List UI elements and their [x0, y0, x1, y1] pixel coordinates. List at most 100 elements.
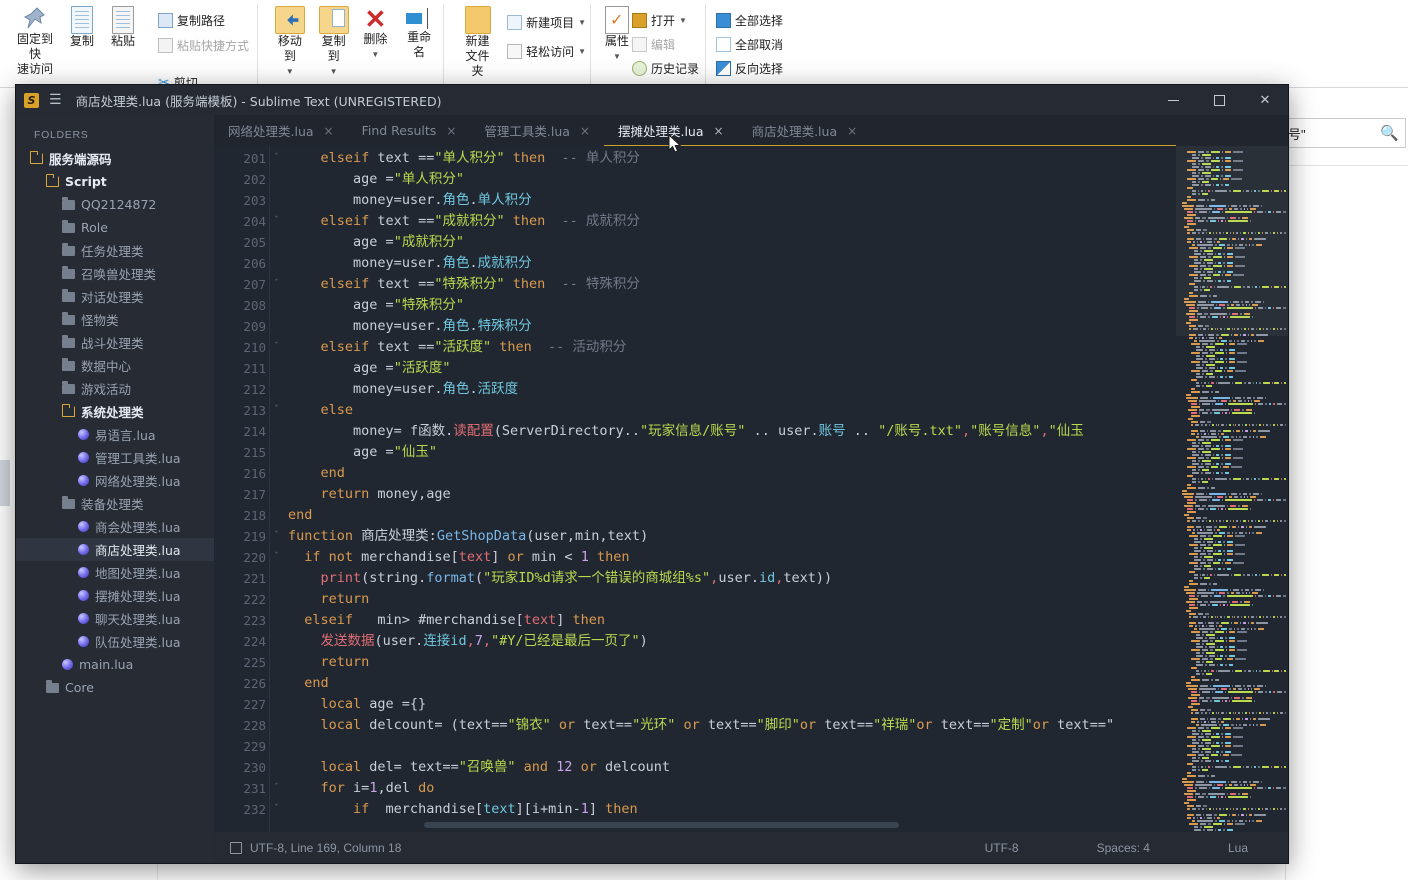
- new-folder-button[interactable]: 新建 文件夹: [458, 4, 497, 81]
- token-prop: 特殊积分: [477, 318, 532, 334]
- new-item-button[interactable]: 新建项目 ▼: [503, 12, 590, 33]
- tab-close-icon[interactable]: ×: [714, 124, 724, 138]
- code-editor[interactable]: elseif text =="单人积分" then -- 单人积分 age ="…: [270, 146, 1176, 832]
- sidebar-item-18[interactable]: 地图处理类.lua: [16, 561, 214, 584]
- token-punc: .: [469, 381, 478, 397]
- horizontal-scrollbar[interactable]: [424, 822, 899, 828]
- sidebar-item-23[interactable]: Core: [16, 676, 214, 699]
- sidebar-item-21[interactable]: 队伍处理类.lua: [16, 630, 214, 653]
- sidebar-item-16[interactable]: 商会处理类.lua: [16, 515, 214, 538]
- copy-button[interactable]: 复制: [62, 4, 102, 51]
- tab-close-icon[interactable]: ×: [324, 124, 334, 138]
- code-line: function 商店处理类:GetShopData(user,min,text…: [288, 526, 1176, 547]
- tab-0[interactable]: 网络处理类.lua ×: [214, 115, 348, 146]
- sidebar-item-7[interactable]: 怪物类: [16, 308, 214, 331]
- open-button[interactable]: 打开 ▼: [628, 10, 703, 31]
- minimap-token: [1255, 615, 1257, 618]
- sidebar-item-2[interactable]: QQ2124872: [16, 193, 214, 216]
- minimap-viewport[interactable]: [1176, 146, 1288, 336]
- move-to-chevron-down-icon[interactable]: ▼: [286, 64, 294, 79]
- delete-chevron-down-icon[interactable]: ▼: [371, 47, 379, 62]
- sidebar-item-19[interactable]: 摆摊处理类.lua: [16, 584, 214, 607]
- tab-close-icon[interactable]: ×: [580, 124, 590, 138]
- sidebar-item-1[interactable]: Script: [16, 170, 214, 193]
- minimap-token: [1202, 633, 1204, 636]
- edit-button[interactable]: 编辑: [628, 34, 703, 55]
- minimap-token: [1221, 453, 1223, 456]
- sidebar-item-13[interactable]: 管理工具类.lua: [16, 446, 214, 469]
- paste-shortcut-button[interactable]: 粘贴快捷方式: [154, 35, 253, 56]
- minimap-token: [1195, 345, 1201, 348]
- minimap-token: [1186, 525, 1195, 528]
- minimap-token: [1205, 633, 1215, 636]
- new-item-chevron-down-icon[interactable]: ▼: [578, 18, 586, 27]
- easy-access-chevron-down-icon[interactable]: ▼: [578, 47, 586, 56]
- line-number: 211: [214, 358, 270, 379]
- minimap-token: [1201, 360, 1208, 363]
- tab-close-icon[interactable]: ×: [847, 124, 857, 138]
- token-var: del: [385, 780, 410, 796]
- invert-selection-button[interactable]: 反向选择: [712, 58, 787, 79]
- move-to-button[interactable]: 移动到 ▼: [268, 4, 312, 81]
- explorer-nav-scrollbar[interactable]: [0, 460, 10, 506]
- sidebar-item-9[interactable]: 数据中心: [16, 354, 214, 377]
- tab-3[interactable]: 摆摊处理类.lua ×: [604, 115, 738, 146]
- minimap-token: [1232, 600, 1239, 603]
- line-number: 229: [214, 736, 270, 757]
- sidebar-item-15[interactable]: 装备处理类: [16, 492, 214, 515]
- sidebar-item-17[interactable]: 商店处理类.lua: [16, 538, 214, 561]
- sidebar-item-5[interactable]: 召唤兽处理类: [16, 262, 214, 285]
- status-syntax[interactable]: Lua: [1228, 841, 1248, 855]
- copy-to-button[interactable]: 复制到 ▼: [312, 4, 356, 81]
- sidebar-item-3[interactable]: Role: [16, 216, 214, 239]
- maximize-button[interactable]: [1196, 85, 1242, 115]
- sidebar-item-12[interactable]: 易语言.lua: [16, 423, 214, 446]
- sidebar-item-14[interactable]: 网络处理类.lua: [16, 469, 214, 492]
- minimap[interactable]: [1176, 146, 1288, 832]
- tab-1[interactable]: Find Results ×: [348, 115, 471, 146]
- delete-button[interactable]: ✕ 删除 ▼: [356, 4, 396, 64]
- open-chevron-down-icon[interactable]: ▼: [679, 16, 687, 25]
- minimap-token: [1198, 612, 1203, 615]
- select-all-button[interactable]: 全部选择: [712, 10, 787, 31]
- token-kw: or: [916, 717, 933, 733]
- tab-close-icon[interactable]: ×: [446, 124, 456, 138]
- status-indentation[interactable]: Spaces: 4: [1097, 841, 1150, 855]
- minimap-token: [1212, 477, 1214, 480]
- sidebar-item-6[interactable]: 对话处理类: [16, 285, 214, 308]
- sidebar-item-8[interactable]: 战斗处理类: [16, 331, 214, 354]
- copy-path-button[interactable]: 复制路径: [154, 10, 253, 31]
- token-kw: then: [605, 801, 638, 817]
- rename-button[interactable]: 重命名: [395, 4, 443, 62]
- sidebar-item-label: 聊天处理类.lua: [95, 612, 181, 627]
- history-button[interactable]: 历史记录: [628, 58, 703, 79]
- minimap-token: [1230, 603, 1250, 606]
- minimap-token: [1227, 492, 1229, 495]
- sidebar-item-20[interactable]: 聊天处理类.lua: [16, 607, 214, 630]
- status-encoding[interactable]: UTF-8: [985, 841, 1019, 855]
- close-button[interactable]: ✕: [1242, 85, 1288, 115]
- explorer-search-box[interactable]: 号" 🔍: [1285, 118, 1406, 148]
- easy-access-button[interactable]: 轻松访问 ▼: [503, 41, 590, 62]
- sidebar-item-label: 易语言.lua: [95, 428, 156, 443]
- sidebar-item-label: 对话处理类: [81, 290, 144, 305]
- sidebar-item-0[interactable]: 服务端源码: [16, 147, 214, 170]
- minimap-token: [1188, 822, 1198, 825]
- minimap-token: [1273, 765, 1279, 768]
- minimap-token: [1198, 498, 1207, 501]
- minimize-button[interactable]: [1150, 85, 1196, 115]
- minimap-token: [1220, 654, 1224, 657]
- sidebar-item-4[interactable]: 任务处理类: [16, 239, 214, 262]
- line-number: 209: [214, 316, 270, 337]
- copy-to-chevron-down-icon[interactable]: ▼: [330, 64, 338, 79]
- hamburger-icon[interactable]: ☰: [49, 93, 62, 107]
- sidebar-item-11[interactable]: 系统处理类: [16, 400, 214, 423]
- pin-to-quick-access-button[interactable]: 固定到快 速访问: [8, 4, 62, 79]
- deselect-all-button[interactable]: 全部取消: [712, 34, 787, 55]
- sidebar-item-10[interactable]: 游戏活动: [16, 377, 214, 400]
- sidebar-item-22[interactable]: main.lua: [16, 653, 214, 676]
- tab-4[interactable]: 商店处理类.lua ×: [738, 115, 872, 146]
- paste-button[interactable]: 粘贴: [102, 4, 144, 51]
- tab-2[interactable]: 管理工具类.lua ×: [470, 115, 604, 146]
- properties-chevron-down-icon[interactable]: ▼: [613, 49, 621, 64]
